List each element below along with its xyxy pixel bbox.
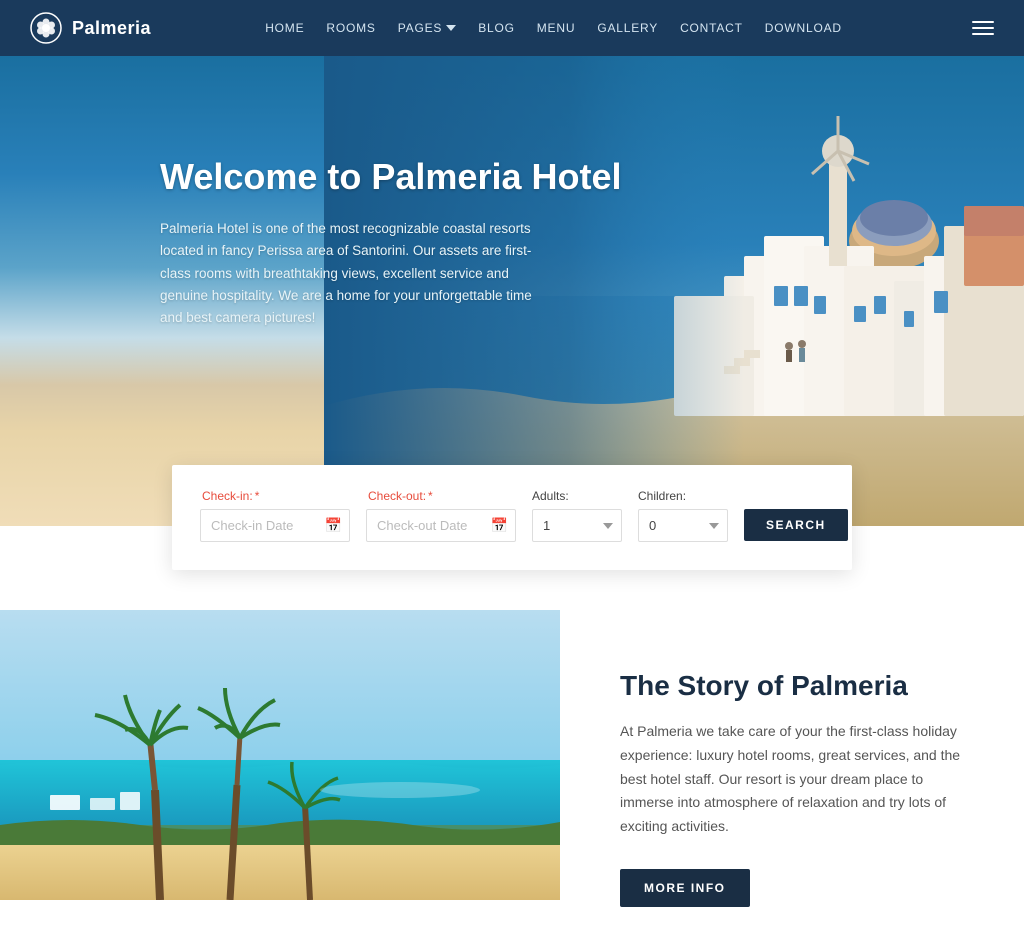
story-title: The Story of Palmeria: [620, 670, 974, 702]
children-label: Children:: [638, 489, 728, 503]
nav-contact[interactable]: CONTACT: [680, 19, 743, 37]
story-description: At Palmeria we take care of your the fir…: [620, 720, 974, 839]
checkout-label: Check-out:*: [366, 489, 516, 503]
more-info-button[interactable]: MORE INFO: [620, 869, 750, 907]
checkout-calendar-icon: 📅: [491, 517, 508, 534]
checkout-field: Check-out:* 📅: [366, 489, 516, 542]
nav-links: HOME ROOMS PAGES BLOG MENU GALLERY CONTA…: [265, 19, 842, 37]
checkout-input-wrap: 📅: [366, 509, 516, 542]
hero-title: Welcome to Palmeria Hotel: [160, 156, 1024, 198]
children-field: Children: 0 1 2 3: [638, 489, 728, 542]
nav-blog[interactable]: BLOG: [478, 19, 515, 37]
navbar: Palmeria HOME ROOMS PAGES BLOG MENU GALL…: [0, 0, 1024, 56]
story-section: The Story of Palmeria At Palmeria we tak…: [560, 610, 1024, 947]
checkin-field: Check-in:* 📅: [200, 489, 350, 542]
pages-dropdown-icon: [446, 23, 456, 33]
nav-gallery[interactable]: GALLERY: [597, 19, 658, 37]
hero-description: Palmeria Hotel is one of the most recogn…: [160, 218, 540, 329]
checkin-input-wrap: 📅: [200, 509, 350, 542]
children-select[interactable]: 0 1 2 3: [638, 509, 728, 542]
adults-select[interactable]: 1 2 3 4: [532, 509, 622, 542]
adults-field: Adults: 1 2 3 4: [532, 489, 622, 542]
booking-form: Check-in:* 📅 Check-out:* 📅 Adults:: [172, 465, 852, 570]
brand-flower-icon: [30, 12, 62, 44]
hero-section: Welcome to Palmeria Hotel Palmeria Hotel…: [0, 56, 1024, 526]
nav-pages[interactable]: PAGES: [398, 21, 456, 35]
adults-label: Adults:: [532, 489, 622, 503]
booking-fields-row: Check-in:* 📅 Check-out:* 📅 Adults:: [200, 489, 824, 542]
beach-image: [0, 610, 560, 900]
beach-illustration: [0, 610, 560, 900]
lower-section: The Story of Palmeria At Palmeria we tak…: [0, 610, 1024, 947]
nav-download[interactable]: DOWNLOAD: [765, 19, 842, 37]
hamburger-menu[interactable]: [972, 21, 994, 35]
brand-logo-area[interactable]: Palmeria: [30, 12, 151, 44]
search-button[interactable]: SEARCH: [744, 509, 848, 541]
nav-rooms[interactable]: ROOMS: [326, 19, 375, 37]
brand-name: Palmeria: [72, 18, 151, 39]
nav-menu[interactable]: MENU: [537, 19, 576, 37]
hero-content: Welcome to Palmeria Hotel Palmeria Hotel…: [0, 56, 1024, 329]
checkin-label: Check-in:*: [200, 489, 350, 503]
checkin-calendar-icon: 📅: [325, 517, 342, 534]
nav-home[interactable]: HOME: [265, 19, 304, 37]
